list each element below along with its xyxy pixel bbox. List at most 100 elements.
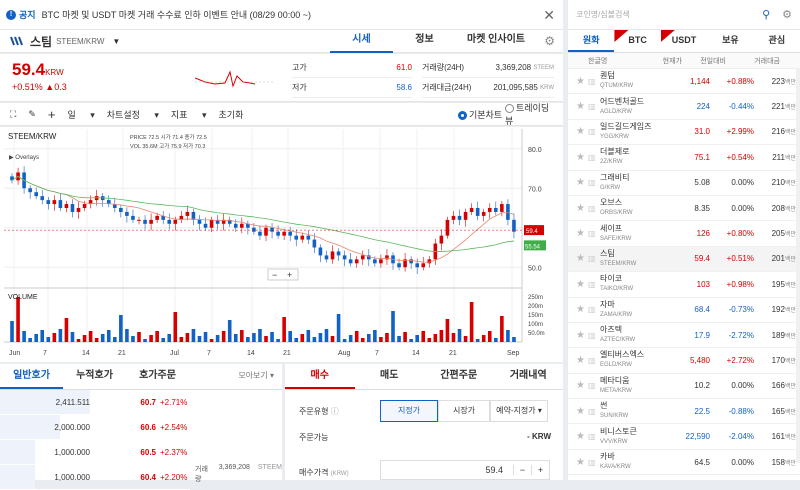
star-icon[interactable]: ★ [576,76,588,87]
tab-book-order[interactable]: 호가주문 [126,364,189,389]
orderbook-row[interactable]: 2,411.511 60.7 +2.71% [0,390,190,415]
tab-krw[interactable]: 원화 [568,30,615,52]
volume-bar [336,314,341,342]
tradingview-radio[interactable]: 트레이딩뷰 [505,101,551,127]
star-icon[interactable]: ★ [576,152,588,163]
star-icon[interactable]: ★ [576,101,588,112]
orderbook-row[interactable]: 1,000.000 60.5 +2.37% [0,440,190,465]
market-row[interactable]: ★ ▥ 자마 ZAMA/KRW 68.4 -0.73% 192백만 [568,298,800,323]
price-chart[interactable]: 80.070.060.050.0Jun71421Jul71421Aug71421… [0,127,563,362]
market-row[interactable]: ★ ▥ 퀀텀 QTUM/KRW 1,144 +0.88% 223백만 [568,69,800,95]
star-icon[interactable]: ★ [576,457,588,468]
market-row[interactable]: ★ ▥ 타이코 TAIKO/KRW 103 +0.98% 195백만 [568,272,800,298]
x-tick-label: Jun [9,350,20,357]
volume-bar [173,312,178,342]
search-input[interactable]: 코인명/심볼검색 [576,9,762,20]
indicator-select[interactable]: 지표 ▾ [171,108,207,121]
tab-insight[interactable]: 마켓 인사이트 [456,30,536,53]
orderbook-row[interactable]: 2,000.000 60.6 +2.54% [0,415,190,440]
chart-icon[interactable]: ▥ [588,331,600,340]
x-tick-label: 21 [449,350,457,357]
chart-icon[interactable]: ▥ [588,254,600,263]
market-row[interactable]: ★ ▥ 오브스 ORBS/KRW 8.35 0.00% 208백만 [568,196,800,222]
tab-history[interactable]: 거래내역 [494,364,564,389]
chart-icon[interactable]: ▥ [588,305,600,314]
gear-icon[interactable]: ⚙ [782,8,792,21]
fullscreen-icon[interactable]: ⛶ [10,109,16,120]
market-row[interactable]: ★ ▥ 썬 SUN/KRW 22.5 -0.88% 165백만 [568,399,800,425]
reset-button[interactable]: 초기화 [219,108,244,121]
tab-holdings[interactable]: 보유 [707,30,753,52]
tab-simple-order[interactable]: 간편주문 [424,364,494,389]
market-row[interactable]: ★ ▥ 그래비티 G/KRW 5.08 0.00% 210백만 [568,171,800,196]
buy-price-input[interactable]: 59.4 − + [380,460,550,480]
volume-bar [76,339,81,342]
orderbook-row[interactable]: 1,000.000 60.4 +2.20% [0,465,190,490]
chart-icon[interactable]: ▥ [588,432,600,441]
minus-button[interactable]: − [513,465,531,475]
market-row[interactable]: ★ ▥ 어드벤처골드 AGLD/KRW 224 -0.44% 221백만 [568,94,800,120]
market-row[interactable]: ★ ▥ 더블제로 2Z/KRW 75.1 +0.54% 211백만 [568,145,800,171]
limit-button[interactable]: 지정가 [380,400,438,422]
chart-icon[interactable]: ▥ [588,153,600,162]
market-row[interactable]: ★ ▥ 카바 KAVA/KRW 64.5 0.00% 158백만 [568,450,800,476]
plus-button[interactable]: + [531,465,549,475]
star-icon[interactable]: ★ [576,279,588,290]
star-icon[interactable]: ★ [576,228,588,239]
chart-icon[interactable]: ▥ [588,102,600,111]
chart-canvas[interactable]: 80.070.060.050.0Jun71421Jul71421Aug71421… [0,127,563,362]
candle [457,215,462,220]
tab-normal-book[interactable]: 일반호가 [0,364,63,389]
star-icon[interactable]: ★ [576,203,588,214]
gear-icon[interactable]: ⚙ [544,34,555,48]
crosshair-icon[interactable]: + [48,107,56,122]
market-row[interactable]: ★ ▥ 비니스토큰 VVV/KRW 22,590 -2.04% 161백만 [568,424,800,450]
star-icon[interactable]: ★ [576,406,588,417]
star-icon[interactable]: ★ [576,330,588,341]
period-select[interactable]: 일 ▾ [67,108,94,121]
chart-icon[interactable]: ▥ [588,127,600,136]
pencil-icon[interactable]: ✎ [28,109,36,120]
star-icon[interactable]: ★ [576,304,588,315]
star-icon[interactable]: ★ [576,355,588,366]
tab-cumulative-book[interactable]: 누적호가 [63,364,126,389]
market-row[interactable]: ★ ▥ 메타디움 META/KRW 10.2 0.00% 166백만 [568,374,800,400]
search-icon[interactable]: ⚲ [762,8,770,21]
tab-buy[interactable]: 매수 [285,364,355,389]
reserve-limit-select[interactable]: 예약-지정가 ▾ [490,400,548,422]
chart-icon[interactable]: ▥ [588,280,600,289]
market-row[interactable]: ★ ▥ 엘티버스엑스 EGLD/KRW 5,480 +2.72% 170백만 [568,348,800,374]
market-row[interactable]: ★ ▥ 일드길드게임즈 YGG/KRW 31.0 +2.99% 216백만 [568,120,800,146]
tab-sell[interactable]: 매도 [355,364,425,389]
chart-icon[interactable]: ▥ [588,381,600,390]
chart-title: STEEM/KRW [8,132,57,141]
notice-bar[interactable]: ! 공지 BTC 마켓 및 USDT 마켓 거래 수수료 인하 이벤트 안내 (… [0,0,563,30]
notice-text[interactable]: BTC 마켓 및 USDT 마켓 거래 수수료 인하 이벤트 안내 (08/29… [42,8,311,21]
tab-favorites[interactable]: 관심 [754,30,800,52]
star-icon[interactable]: ★ [576,126,588,137]
star-icon[interactable]: ★ [576,177,588,188]
chart-icon[interactable]: ▥ [588,77,600,86]
chart-icon[interactable]: ▥ [588,407,600,416]
star-icon[interactable]: ★ [576,431,588,442]
tab-quote[interactable]: 시세 [330,30,393,53]
chart-icon[interactable]: ▥ [588,229,600,238]
market-row[interactable]: ★ ▥ 세이프 SAFE/KRW 126 +0.80% 205백만 [568,221,800,247]
chevron-down-icon[interactable]: ▼ [112,37,120,46]
scrollbar[interactable] [796,68,800,463]
chart-settings-select[interactable]: 차트설정 ▾ [107,108,159,121]
group-select[interactable]: 모아보기 ▾ [189,364,282,389]
tab-btc[interactable]: BTC [614,30,660,52]
chart-icon[interactable]: ▥ [588,178,600,187]
tab-info[interactable]: 정보 [393,30,456,53]
chart-icon[interactable]: ▥ [588,356,600,365]
star-icon[interactable]: ★ [576,253,588,264]
close-icon[interactable]: ✕ [543,7,555,24]
tab-usdt[interactable]: USDT [660,30,707,52]
market-row[interactable]: ★ ▥ 아즈텍 AZTEC/KRW 17.9 -2.72% 189백만 [568,323,800,349]
chart-icon[interactable]: ▥ [588,458,600,467]
chart-icon[interactable]: ▥ [588,204,600,213]
market-row[interactable]: ★ ▥ 스팀 STEEM/KRW 59.4 +0.51% 201백만 [568,246,800,273]
star-icon[interactable]: ★ [576,380,588,391]
market-button[interactable]: 시장가 [438,400,490,422]
